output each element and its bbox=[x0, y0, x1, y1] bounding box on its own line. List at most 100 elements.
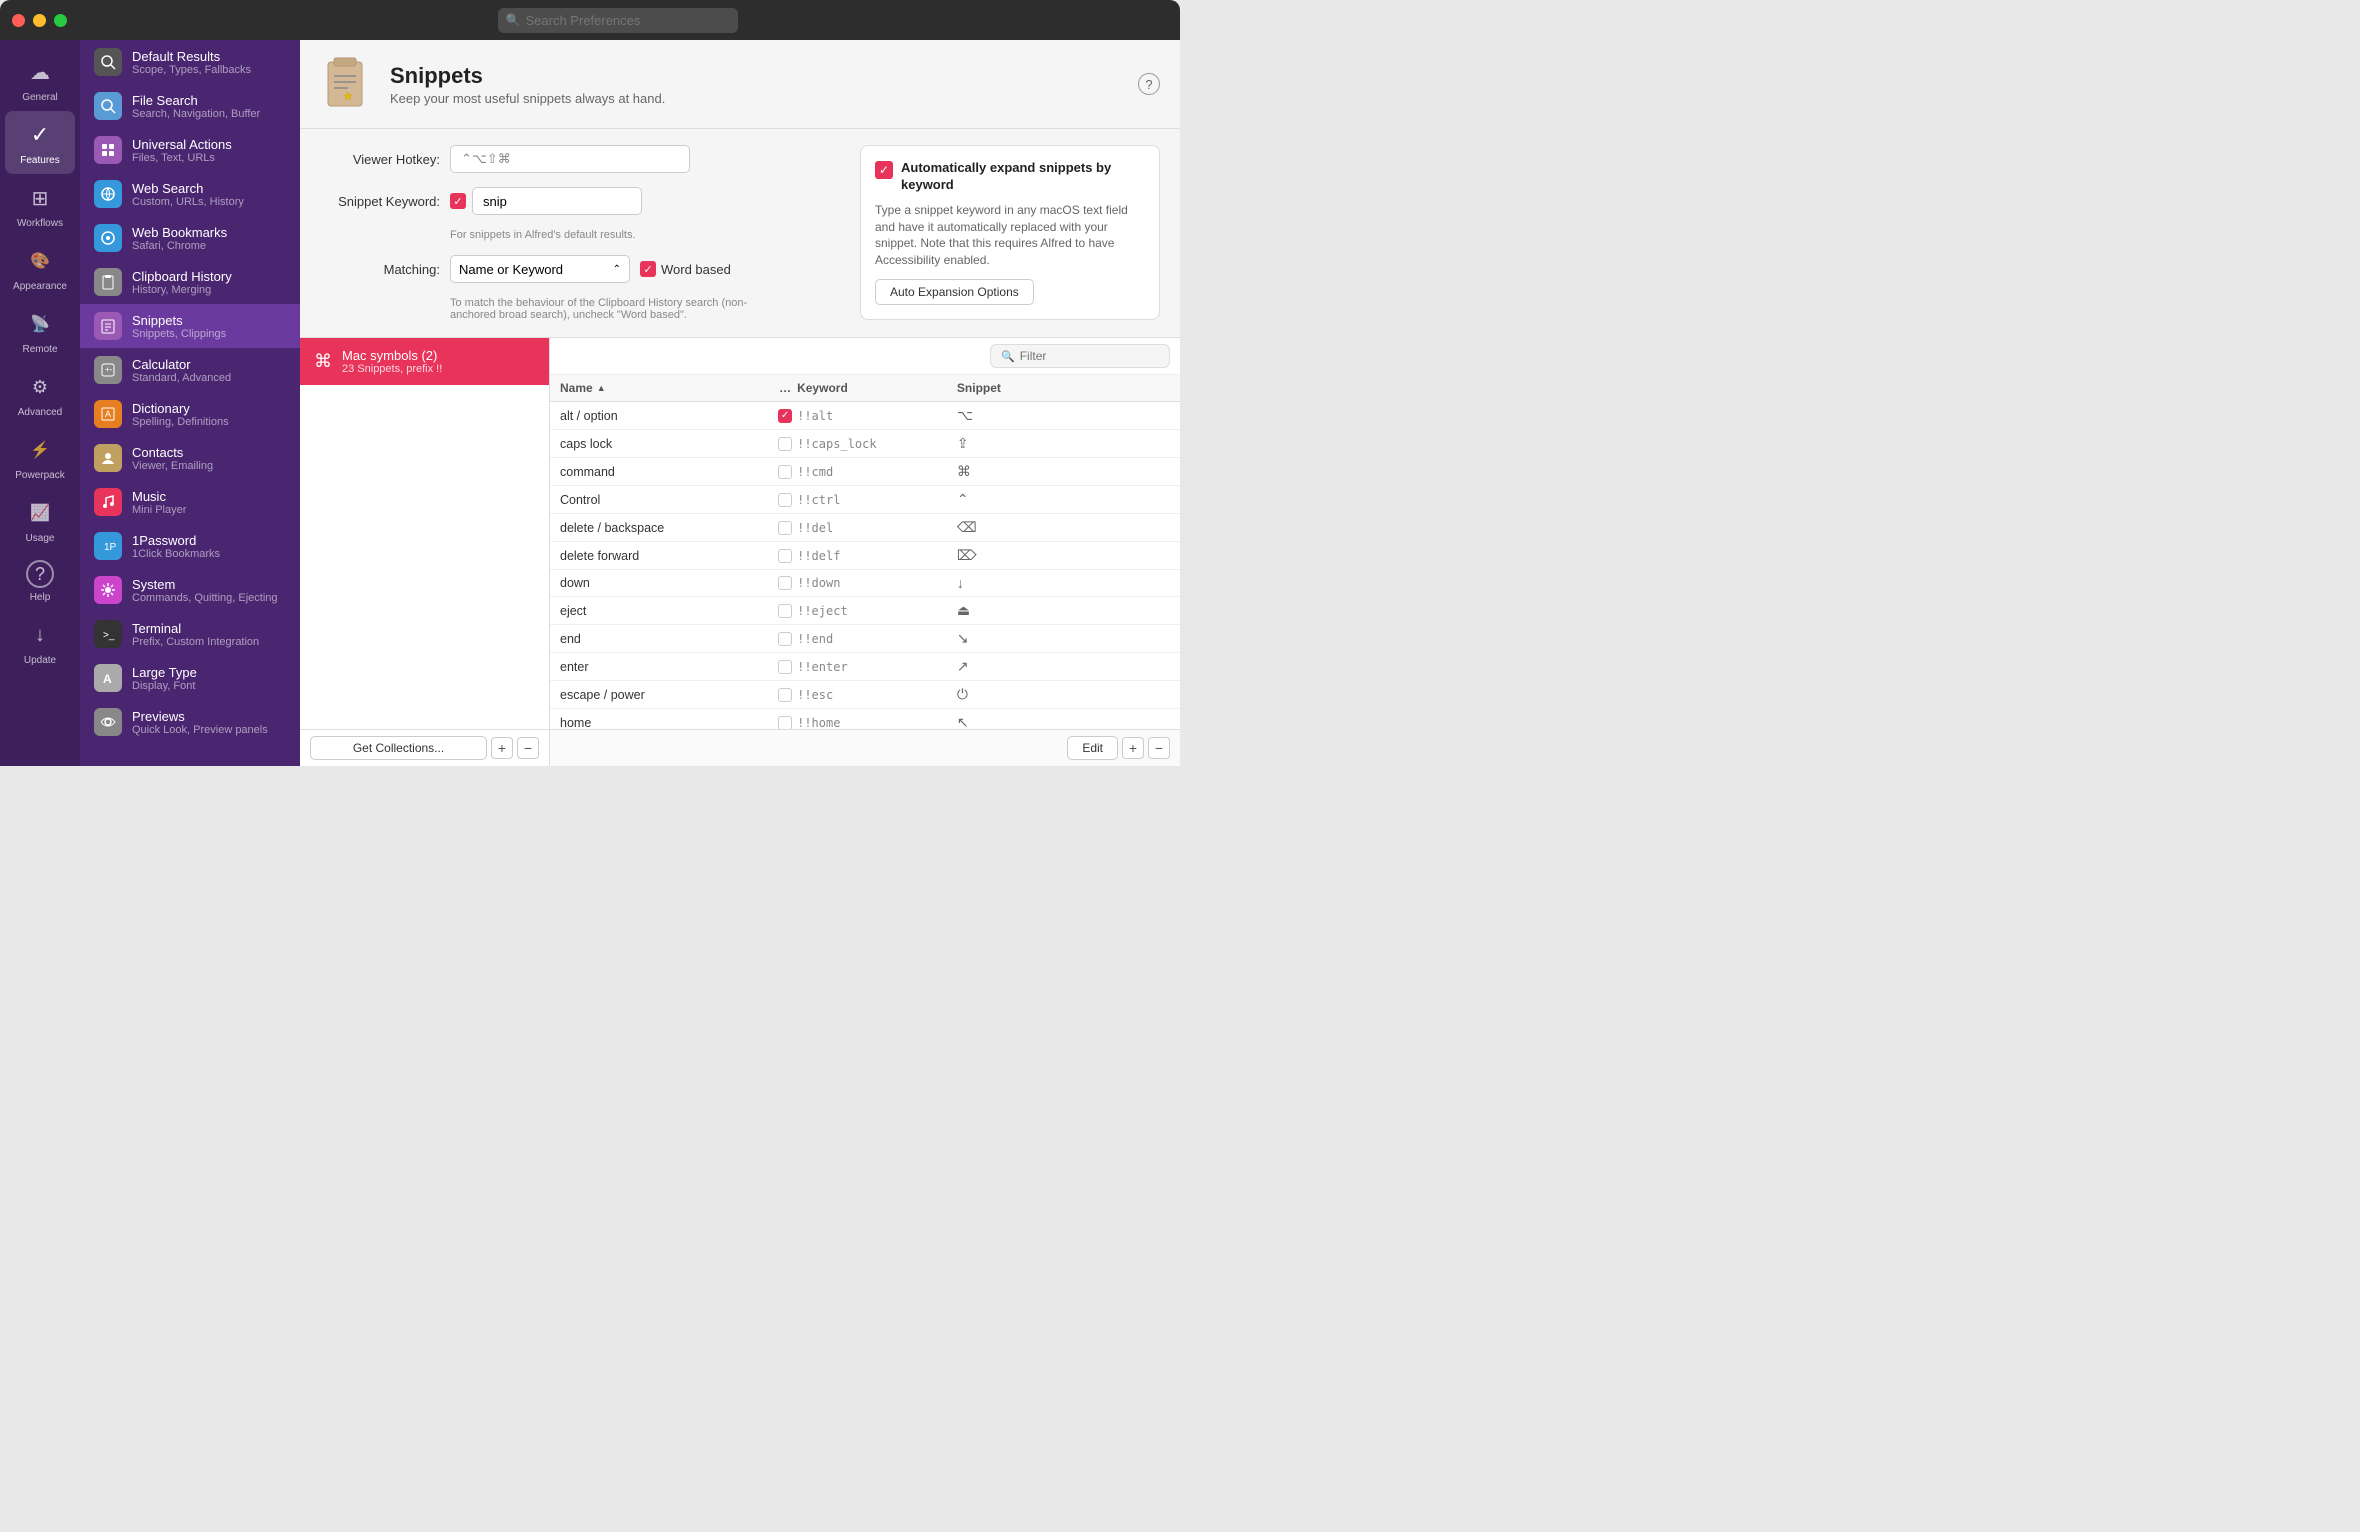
cell-name: delete forward bbox=[560, 549, 773, 563]
nav-item-terminal[interactable]: >_ Terminal Prefix, Custom Integration bbox=[80, 612, 300, 656]
collections-panel: ⌘ Mac symbols (2) 23 Snippets, prefix !!… bbox=[300, 338, 550, 766]
sidebar-item-appearance[interactable]: 🎨 Appearance bbox=[5, 237, 75, 300]
table-row[interactable]: home !!home ↖ bbox=[550, 709, 1180, 729]
table-row[interactable]: alt / option ✓ !!alt ⌥ bbox=[550, 402, 1180, 430]
remove-collection-button[interactable]: − bbox=[517, 737, 539, 759]
word-based-checkbox[interactable]: ✓ bbox=[640, 261, 656, 277]
panel-title: Snippets bbox=[390, 63, 665, 89]
remote-icon: 📡 bbox=[24, 308, 56, 340]
cell-name: delete / backspace bbox=[560, 521, 773, 535]
table-row[interactable]: command !!cmd ⌘ bbox=[550, 458, 1180, 486]
sidebar-item-update[interactable]: ↓ Update bbox=[5, 611, 75, 674]
cell-checkbox-wrap[interactable] bbox=[773, 576, 797, 590]
auto-expansion-options-button[interactable]: Auto Expansion Options bbox=[875, 279, 1034, 305]
cell-checkbox-wrap[interactable] bbox=[773, 604, 797, 618]
row-checkbox-3[interactable] bbox=[778, 493, 792, 507]
row-checkbox-7[interactable] bbox=[778, 604, 792, 618]
sidebar-item-general[interactable]: ☁ General bbox=[5, 48, 75, 111]
viewer-hotkey-input[interactable] bbox=[450, 145, 690, 173]
sidebar-item-powerpack[interactable]: ⚡ Powerpack bbox=[5, 426, 75, 489]
cell-checkbox-wrap[interactable] bbox=[773, 549, 797, 563]
col-header-name[interactable]: Name bbox=[560, 381, 773, 395]
usage-icon: 📈 bbox=[24, 497, 56, 529]
cell-checkbox-wrap[interactable] bbox=[773, 716, 797, 730]
nav-item-calculator[interactable]: +- Calculator Standard, Advanced bbox=[80, 348, 300, 392]
collection-count: 23 Snippets, prefix !! bbox=[342, 363, 442, 375]
table-row[interactable]: delete / backspace !!del ⌫ bbox=[550, 514, 1180, 542]
collection-item-mac-symbols[interactable]: ⌘ Mac symbols (2) 23 Snippets, prefix !! bbox=[300, 338, 549, 385]
search-input[interactable] bbox=[498, 8, 738, 33]
nav-item-system[interactable]: System Commands, Quitting, Ejecting bbox=[80, 568, 300, 612]
cell-snippet: ⇪ bbox=[957, 435, 1170, 452]
sidebar-item-features[interactable]: ✓ Features bbox=[5, 111, 75, 174]
help-button[interactable]: ? bbox=[1138, 73, 1160, 95]
cell-checkbox-wrap[interactable] bbox=[773, 632, 797, 646]
nav-item-web-search[interactable]: Web Search Custom, URLs, History bbox=[80, 172, 300, 216]
get-collections-button[interactable]: Get Collections... bbox=[310, 736, 487, 760]
table-area: ⌘ Mac symbols (2) 23 Snippets, prefix !!… bbox=[300, 338, 1180, 766]
row-checkbox-6[interactable] bbox=[778, 576, 792, 590]
cell-checkbox-wrap[interactable] bbox=[773, 521, 797, 535]
table-row[interactable]: escape / power !!esc ⏻ bbox=[550, 681, 1180, 709]
remove-snippet-button[interactable]: − bbox=[1148, 737, 1170, 759]
cell-keyword: !!end bbox=[797, 632, 957, 646]
svg-text:A: A bbox=[105, 409, 111, 419]
row-checkbox-1[interactable] bbox=[778, 437, 792, 451]
add-collection-button[interactable]: + bbox=[491, 737, 513, 759]
row-checkbox-11[interactable] bbox=[778, 716, 792, 730]
dictionary-icon: A bbox=[94, 400, 122, 428]
row-checkbox-0[interactable]: ✓ bbox=[778, 409, 792, 423]
cell-name: end bbox=[560, 632, 773, 646]
table-row[interactable]: caps lock !!caps_lock ⇪ bbox=[550, 430, 1180, 458]
nav-item-file-search[interactable]: File Search Search, Navigation, Buffer bbox=[80, 84, 300, 128]
matching-select[interactable]: Name or Keyword ⌃ bbox=[450, 255, 630, 283]
row-checkbox-10[interactable] bbox=[778, 688, 792, 702]
nav-item-web-bookmarks[interactable]: Web Bookmarks Safari, Chrome bbox=[80, 216, 300, 260]
cell-checkbox-wrap[interactable] bbox=[773, 465, 797, 479]
table-row[interactable]: Control !!ctrl ⌃ bbox=[550, 486, 1180, 514]
row-checkbox-8[interactable] bbox=[778, 632, 792, 646]
sidebar-item-workflows[interactable]: ⊞ Workflows bbox=[5, 174, 75, 237]
table-row[interactable]: end !!end ↘ bbox=[550, 625, 1180, 653]
panel-subtitle: Keep your most useful snippets always at… bbox=[390, 91, 665, 106]
add-snippet-button[interactable]: + bbox=[1122, 737, 1144, 759]
svg-text:A: A bbox=[103, 672, 112, 686]
sidebar-item-help[interactable]: ? Help bbox=[5, 552, 75, 611]
nav-item-large-type[interactable]: A Large Type Display, Font bbox=[80, 656, 300, 700]
snippet-keyword-checkbox[interactable]: ✓ bbox=[450, 193, 466, 209]
nav-item-default-results[interactable]: Default Results Scope, Types, Fallbacks bbox=[80, 40, 300, 84]
table-row[interactable]: eject !!eject ⏏ bbox=[550, 597, 1180, 625]
edit-button[interactable]: Edit bbox=[1067, 736, 1118, 760]
nav-item-music[interactable]: Music Mini Player bbox=[80, 480, 300, 524]
nav-item-universal-actions[interactable]: Universal Actions Files, Text, URLs bbox=[80, 128, 300, 172]
minimize-button[interactable] bbox=[33, 14, 46, 27]
cell-checkbox-wrap[interactable] bbox=[773, 437, 797, 451]
row-checkbox-9[interactable] bbox=[778, 660, 792, 674]
maximize-button[interactable] bbox=[54, 14, 67, 27]
table-row[interactable]: enter !!enter ↗ bbox=[550, 653, 1180, 681]
cell-checkbox-wrap[interactable] bbox=[773, 660, 797, 674]
table-row[interactable]: down !!down ↓ bbox=[550, 570, 1180, 597]
sidebar-item-usage[interactable]: 📈 Usage bbox=[5, 489, 75, 552]
cell-checkbox-wrap[interactable] bbox=[773, 493, 797, 507]
snippets-nav-icon bbox=[94, 312, 122, 340]
nav-item-contacts[interactable]: Contacts Viewer, Emailing bbox=[80, 436, 300, 480]
row-checkbox-5[interactable] bbox=[778, 549, 792, 563]
nav-item-clipboard[interactable]: Clipboard History History, Merging bbox=[80, 260, 300, 304]
nav-item-1password[interactable]: 1P 1Password 1Click Bookmarks bbox=[80, 524, 300, 568]
cell-snippet: ⏻ bbox=[957, 686, 1170, 703]
row-checkbox-4[interactable] bbox=[778, 521, 792, 535]
nav-item-previews[interactable]: Previews Quick Look, Preview panels bbox=[80, 700, 300, 744]
row-checkbox-2[interactable] bbox=[778, 465, 792, 479]
cell-checkbox-wrap[interactable]: ✓ bbox=[773, 409, 797, 423]
cell-checkbox-wrap[interactable] bbox=[773, 688, 797, 702]
nav-item-snippets[interactable]: Snippets Snippets, Clippings bbox=[80, 304, 300, 348]
close-button[interactable] bbox=[12, 14, 25, 27]
snippet-keyword-input[interactable] bbox=[472, 187, 642, 215]
table-row[interactable]: delete forward !!delf ⌦ bbox=[550, 542, 1180, 570]
filter-input[interactable] bbox=[1020, 349, 1159, 363]
nav-item-dictionary[interactable]: A Dictionary Spelling, Definitions bbox=[80, 392, 300, 436]
sidebar-item-remote[interactable]: 📡 Remote bbox=[5, 300, 75, 363]
auto-expand-checkbox[interactable]: ✓ bbox=[875, 161, 893, 179]
sidebar-item-advanced[interactable]: ⚙ Advanced bbox=[5, 363, 75, 426]
